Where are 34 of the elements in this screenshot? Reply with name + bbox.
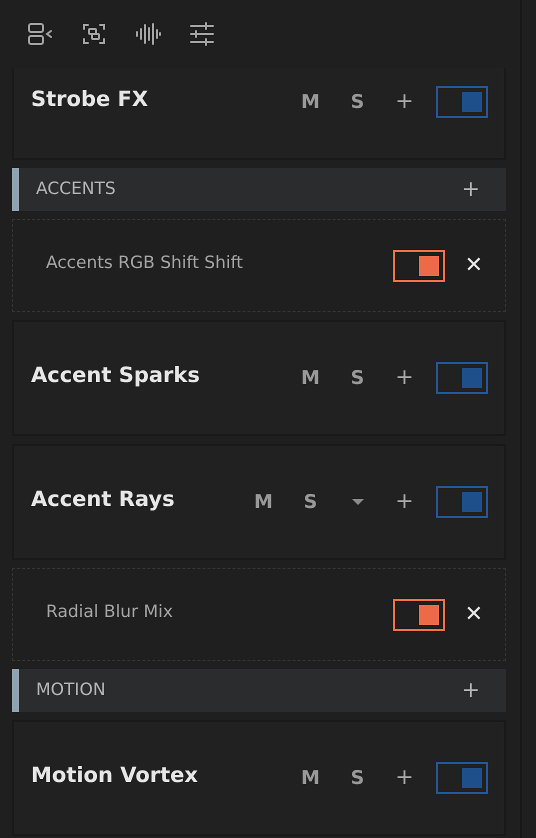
solo-button[interactable]: S xyxy=(287,492,334,512)
section-title: ACCENTS xyxy=(36,178,117,201)
mute-button[interactable]: M xyxy=(287,368,334,388)
toggle-switch[interactable] xyxy=(392,250,445,282)
mute-button[interactable]: M xyxy=(287,92,334,112)
add-button[interactable]: + xyxy=(381,767,428,789)
mute-button[interactable]: M xyxy=(287,768,334,788)
remove-button[interactable]: ✕ xyxy=(464,604,483,626)
add-button[interactable]: + xyxy=(381,367,428,389)
toggle-switch[interactable] xyxy=(392,598,445,630)
toggle-switch[interactable] xyxy=(436,486,488,518)
layer-title: Strobe FX xyxy=(31,86,150,114)
add-button[interactable]: + xyxy=(381,491,428,513)
waveform-icon[interactable] xyxy=(134,20,162,48)
add-button[interactable]: + xyxy=(462,178,480,200)
toggle-switch[interactable] xyxy=(436,362,488,394)
effect-name: Accents RGB Shift Shift xyxy=(46,252,244,275)
layer-title: Accent Sparks xyxy=(31,362,201,390)
layer-title: Accent Rays xyxy=(31,486,176,514)
layer-title: Motion Vortex xyxy=(31,762,199,790)
add-button[interactable]: + xyxy=(462,680,480,702)
caret-icon xyxy=(350,498,364,506)
solo-button[interactable]: S xyxy=(334,92,381,112)
remove-button[interactable]: ✕ xyxy=(464,254,483,276)
solo-button[interactable]: S xyxy=(334,368,381,388)
solo-button[interactable]: S xyxy=(334,768,381,788)
section-title: MOTION xyxy=(36,678,107,702)
layers-collapse-icon[interactable] xyxy=(26,20,54,48)
mute-button[interactable]: M xyxy=(240,492,287,512)
effect-name: Radial Blur Mix xyxy=(46,600,174,624)
add-button[interactable]: + xyxy=(381,91,428,113)
toggle-switch[interactable] xyxy=(436,86,488,118)
sliders-icon[interactable] xyxy=(188,20,216,48)
toggle-switch[interactable] xyxy=(436,762,488,794)
